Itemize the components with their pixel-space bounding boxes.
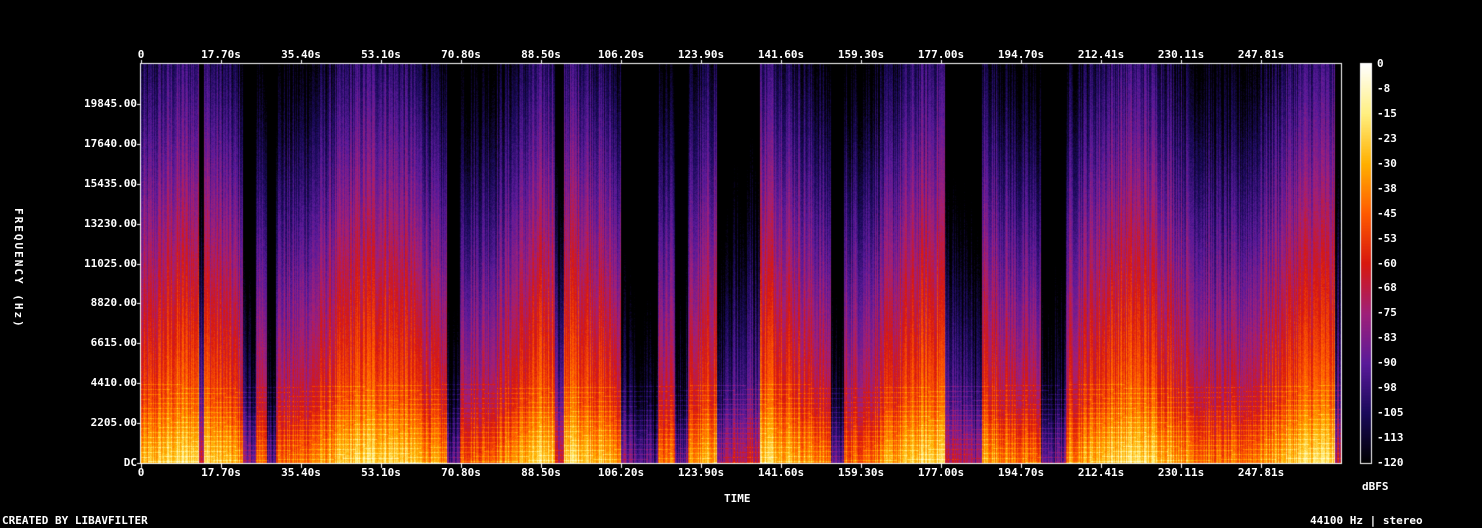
colorbar-tick-label: -30 — [1377, 156, 1397, 170]
y-tick-label: 17640.00 — [84, 136, 137, 150]
y-tick-label: DC — [123, 456, 137, 469]
x-tick-label-top: 35.40s — [281, 48, 321, 61]
colorbar-label: dBFS — [1362, 480, 1389, 493]
y-tick-label: 4410.00 — [90, 376, 137, 390]
x-tick-label-bottom: 212.41s — [1077, 466, 1125, 479]
x-tick-label-top: 159.30s — [837, 48, 885, 61]
x-tick-label-bottom: 159.30s — [837, 466, 885, 479]
colorbar-tick-label: -45 — [1377, 206, 1397, 220]
colorbar-tick-label: -8 — [1377, 81, 1391, 95]
x-tick-label-top: 194.70s — [997, 48, 1045, 61]
spectrogram-canvas — [0, 0, 1482, 528]
colorbar-tick-label: -60 — [1377, 256, 1397, 270]
y-axis-title: FREQUENCY (Hz) — [12, 208, 25, 329]
x-tick-label-top: 53.10s — [361, 48, 401, 61]
colorbar-tick-label: -75 — [1377, 306, 1397, 320]
x-tick-label-bottom: 70.80s — [441, 466, 481, 479]
x-tick-label-top: 123.90s — [677, 48, 725, 61]
x-tick-label-top: 212.41s — [1077, 48, 1125, 61]
x-tick-label-top: 230.11s — [1157, 48, 1205, 61]
colorbar-tick-label: -120 — [1377, 456, 1404, 469]
x-tick-label-bottom: 123.90s — [677, 466, 725, 479]
colorbar-tick-label: -105 — [1377, 406, 1404, 420]
y-tick-label: 11025.00 — [84, 256, 137, 270]
x-tick-label-bottom: 106.20s — [597, 466, 645, 479]
y-tick-label: 6615.00 — [90, 336, 137, 350]
audio-info: 44100 Hz | stereo — [1310, 514, 1423, 527]
y-tick-label: 15435.00 — [84, 176, 137, 190]
x-tick-label-bottom: 141.60s — [757, 466, 805, 479]
colorbar-tick-label: -68 — [1377, 281, 1397, 295]
x-tick-label-bottom: 230.11s — [1157, 466, 1205, 479]
x-tick-label-bottom: 35.40s — [281, 466, 321, 479]
x-tick-label-bottom: 194.70s — [997, 466, 1045, 479]
x-tick-label-top: 141.60s — [757, 48, 805, 61]
x-tick-label-top: 177.00s — [917, 48, 965, 61]
y-tick-label: 2205.00 — [90, 416, 137, 430]
x-tick-label-bottom: 177.00s — [917, 466, 965, 479]
x-tick-label-top: 0 — [137, 48, 145, 61]
x-axis-title: TIME — [724, 492, 751, 505]
colorbar-tick-label: -15 — [1377, 106, 1397, 120]
credit-text: CREATED BY LIBAVFILTER — [2, 514, 148, 527]
x-tick-label-bottom: 0 — [137, 466, 145, 479]
x-tick-label-bottom: 247.81s — [1237, 466, 1285, 479]
x-tick-label-top: 106.20s — [597, 48, 645, 61]
colorbar-tick-label: -38 — [1377, 181, 1397, 195]
colorbar-tick-label: -23 — [1377, 131, 1397, 145]
x-tick-label-bottom: 88.50s — [521, 466, 561, 479]
y-tick-label: 8820.00 — [90, 296, 137, 310]
colorbar-tick-label: -83 — [1377, 331, 1397, 345]
x-tick-label-top: 70.80s — [441, 48, 481, 61]
x-tick-label-top: 17.70s — [201, 48, 241, 61]
colorbar-tick-label: -113 — [1377, 431, 1404, 445]
y-tick-label: 13230.00 — [84, 216, 137, 230]
colorbar-tick-label: 0 — [1377, 57, 1384, 70]
x-tick-label-bottom: 53.10s — [361, 466, 401, 479]
y-tick-label: 19845.00 — [84, 96, 137, 110]
x-tick-label-top: 247.81s — [1237, 48, 1285, 61]
colorbar-tick-label: -53 — [1377, 231, 1397, 245]
colorbar-tick-label: -98 — [1377, 381, 1397, 395]
x-tick-label-bottom: 17.70s — [201, 466, 241, 479]
x-tick-label-top: 88.50s — [521, 48, 561, 61]
colorbar-tick-label: -90 — [1377, 356, 1397, 370]
